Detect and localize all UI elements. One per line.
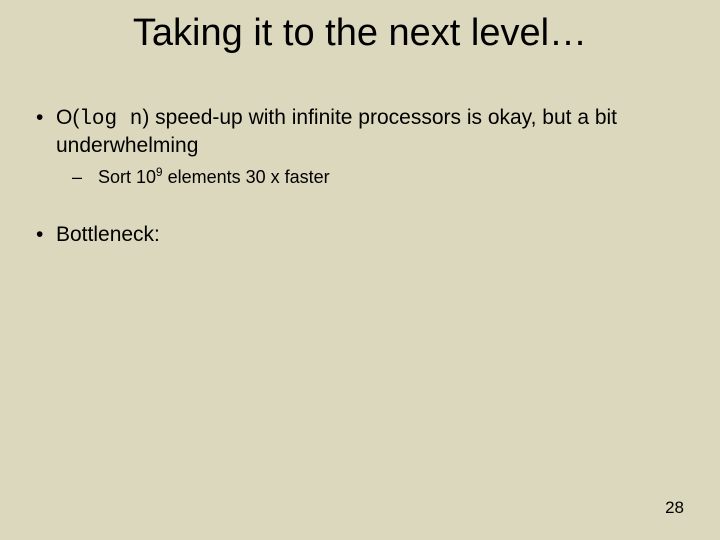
code-fragment: log n: [79, 108, 142, 131]
bullet-item: • Bottleneck:: [36, 222, 684, 248]
slide-title: Taking it to the next level…: [0, 12, 720, 55]
sub-bullet-text: Sort 109 elements 30 x faster: [98, 166, 684, 189]
slide-body: • O(log n) speed-up with infinite proces…: [36, 105, 684, 254]
sub-bullet-item: – Sort 109 elements 30 x faster: [72, 166, 684, 189]
slide: Taking it to the next level… • O(log n) …: [0, 0, 720, 540]
text-fragment: elements 30 x faster: [163, 167, 330, 187]
text-fragment: O(: [56, 106, 79, 129]
text-fragment: Sort 10: [98, 167, 156, 187]
bullet-dot-icon: •: [36, 222, 56, 248]
page-number: 28: [665, 498, 684, 518]
bullet-text: O(log n) speed-up with infinite processo…: [56, 105, 684, 160]
dash-icon: –: [72, 166, 98, 189]
bullet-item: • O(log n) speed-up with infinite proces…: [36, 105, 684, 160]
bullet-text: Bottleneck:: [56, 222, 684, 248]
bullet-dot-icon: •: [36, 105, 56, 160]
